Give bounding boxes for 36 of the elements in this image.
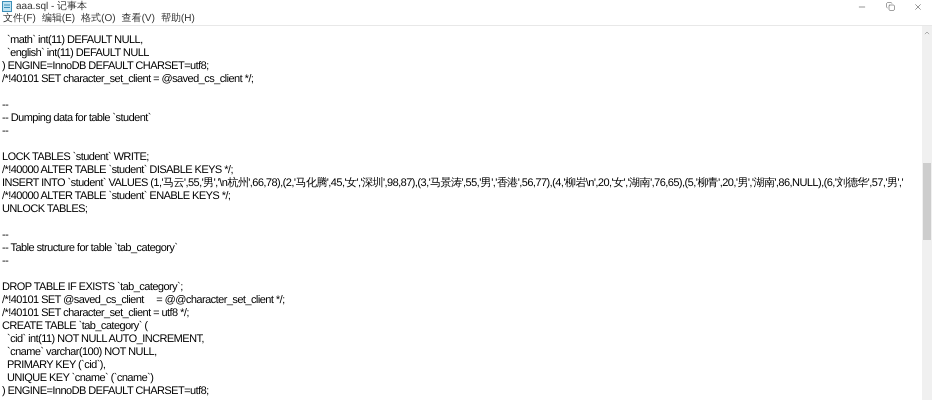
code-line: `math` int(11) DEFAULT NULL, [6, 34, 143, 46]
scrollbar[interactable] [922, 26, 932, 400]
code-line: PRIMARY KEY (`cid`), [6, 359, 106, 371]
code-line: DROP TABLE IF EXISTS `tab_category`; [2, 281, 183, 293]
scroll-thumb[interactable] [923, 163, 931, 240]
code-line: UNLOCK TABLES; [2, 203, 88, 215]
code-line: `cname` varchar(100) NOT NULL, [6, 346, 157, 358]
menu-item[interactable]: 格式(O) [81, 13, 116, 25]
code-line: -- [2, 255, 8, 267]
code-line: CREATE TABLE `tab_category` ( [2, 320, 148, 332]
menu-item[interactable]: 文件(F) [3, 13, 36, 25]
code-line: /*!40000 ALTER TABLE `student` ENABLE KEYS */; [2, 190, 230, 202]
restore-icon [886, 2, 894, 11]
code-line: INSERT INTO `student` VALUES (1,'马云',55,'男','\n杭州',66,78),(2,'马化腾',45,'女','深圳',98,87),(3,'马景涛',55,'男','香港',56,77),(4,'柳岩\n',20,'女','湖南',76,65),(5,'柳青',20,'男','湖南',86,NULL),(6,'刘德华',57,'男',' [2, 177, 903, 189]
code-line: -- [2, 229, 8, 241]
code-line: -- Dumping data for table `student` [2, 112, 151, 124]
code-line: -- [2, 99, 8, 111]
code-line: -- [2, 125, 8, 137]
code-line: /*!40000 ALTER TABLE `student` DISABLE KEYS */; [2, 164, 233, 176]
menu-item[interactable]: 编辑(E) [42, 13, 76, 25]
code-line: ) ENGINE=InnoDB DEFAULT CHARSET=utf8; [2, 385, 209, 397]
notepad-icon [2, 1, 12, 12]
code-line: ) ENGINE=InnoDB DEFAULT CHARSET=utf8; [2, 60, 209, 72]
code-line: `english` int(11) DEFAULT NULL [6, 47, 149, 59]
code-line: LOCK TABLES `student` WRITE; [2, 151, 149, 163]
menu-item[interactable]: 帮助(H) [160, 13, 195, 25]
code-line: UNIQUE KEY `cname` (`cname`) [6, 372, 154, 384]
scroll-up-icon [923, 29, 931, 37]
code-line: /*!40101 SET @saved_cs_client = @@character_set_client */; [2, 294, 285, 306]
window-title: aaa.sql - 记事本 [16, 0, 88, 12]
close-icon [913, 2, 923, 12]
code-line: -- Table structure for table `tab_category` [2, 242, 178, 254]
menu-item[interactable]: 查看(V) [122, 13, 155, 25]
code-line: `cid` int(11) NOT NULL AUTO_INCREMENT, [6, 333, 204, 345]
code-line: /*!40101 SET character_set_client = @saved_cs_client */; [2, 73, 254, 85]
code-line: /*!40101 SET character_set_client = utf8 */; [2, 307, 189, 319]
